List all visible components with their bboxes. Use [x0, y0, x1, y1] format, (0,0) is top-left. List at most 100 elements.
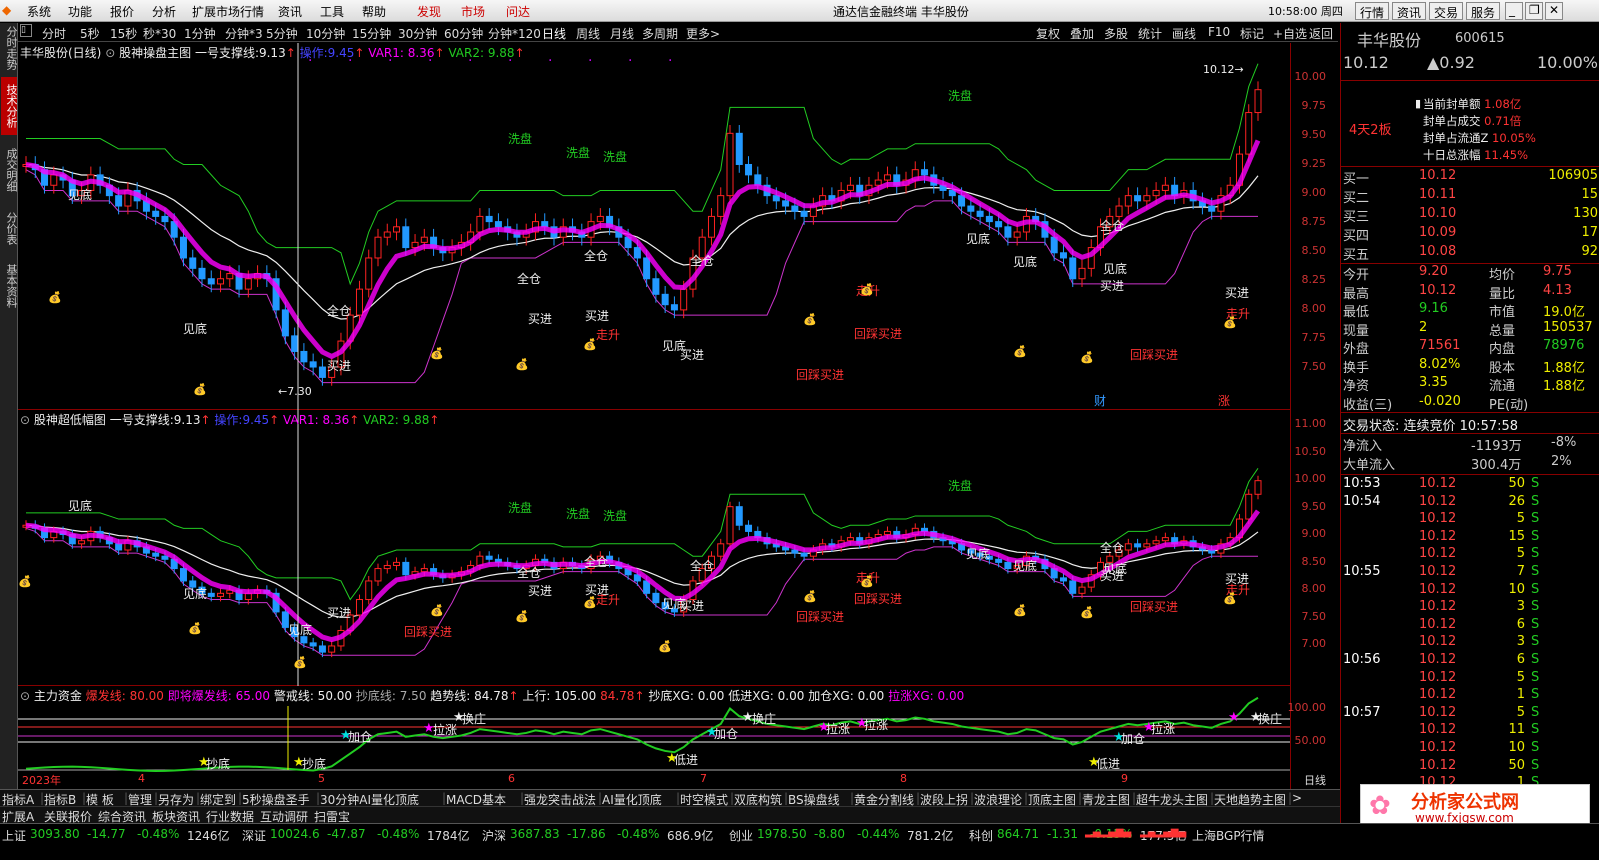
bid-row[interactable]: 买二 10.11 15 — [1341, 187, 1599, 206]
bid-row[interactable]: 买四 10.09 17 — [1341, 225, 1599, 244]
tick-row[interactable]: 10.12 3 S — [1341, 634, 1599, 651]
tick-row[interactable]: 10.12 50 S — [1341, 758, 1599, 775]
tick-row[interactable]: 10.12 11 S — [1341, 722, 1599, 739]
tick-price: 10.12 — [1419, 704, 1457, 720]
tick-row[interactable]: 10.12 15 S — [1341, 529, 1599, 546]
menu-item-market[interactable]: 市场 — [461, 3, 485, 20]
label-huicai: 回踩买进 — [796, 610, 844, 624]
tick-row[interactable]: 10.12 5 S — [1341, 546, 1599, 563]
period-item[interactable]: 分钟*3 — [225, 25, 263, 42]
period-item[interactable]: 5分钟 — [266, 25, 298, 42]
index-name[interactable]: 创业 — [729, 827, 753, 844]
news-button[interactable]: 资讯 — [1392, 2, 1427, 20]
service-button[interactable]: 服务 — [1466, 2, 1501, 20]
menu-item[interactable]: 功能 — [68, 3, 92, 20]
period-item[interactable]: 1分钟 — [184, 25, 216, 42]
quote-button[interactable]: 行情 — [1355, 2, 1390, 20]
period-item[interactable]: 多周期 — [642, 25, 678, 42]
tick-row[interactable]: 10.12 6 S — [1341, 617, 1599, 634]
menu-item[interactable]: 工具 — [320, 3, 344, 20]
tick-row[interactable]: 10.12 10 S — [1341, 582, 1599, 599]
bid-row[interactable]: 买一 10.12 106905 — [1341, 168, 1599, 187]
period-item[interactable]: 5秒 — [80, 25, 100, 42]
layout-icon[interactable]: ▯ — [20, 24, 32, 37]
collapse-icon[interactable]: ⊙ — [20, 413, 30, 427]
menu-item[interactable]: 扩展市场行情 — [192, 3, 264, 20]
tick-time: 10:57 — [1343, 704, 1381, 720]
tick-row[interactable]: 10:55 10.12 7 S — [1341, 564, 1599, 581]
tool-item[interactable]: 标记 — [1240, 25, 1264, 42]
tick-row[interactable]: 10:53 10.12 50 S — [1341, 476, 1599, 493]
bid-row[interactable]: 买三 10.10 130 — [1341, 206, 1599, 225]
period-item[interactable]: 15秒 — [110, 25, 137, 42]
tick-row[interactable]: 10.12 5 S — [1341, 511, 1599, 528]
tab-trades[interactable]: 成交明细 — [1, 141, 18, 199]
period-item[interactable]: 分时 — [42, 25, 66, 42]
tick-side: S — [1531, 722, 1540, 738]
stat-row: 现量 2 总量 150537 — [1341, 320, 1599, 339]
period-item[interactable]: 周线 — [576, 25, 600, 42]
candle-body — [383, 564, 391, 570]
period-item[interactable]: 秒*30 — [143, 25, 176, 42]
trade-button[interactable]: 交易 — [1429, 2, 1464, 20]
restore-icon[interactable]: ❐ — [1525, 2, 1543, 20]
index-name[interactable]: 科创 — [969, 827, 993, 844]
period-item[interactable]: 60分钟 — [444, 25, 483, 42]
tick-row[interactable]: 10:57 10.12 5 S — [1341, 705, 1599, 722]
period-item[interactable]: 10分钟 — [306, 25, 345, 42]
tool-item[interactable]: +自选 — [1273, 25, 1307, 42]
period-item-daily[interactable]: 日线 — [542, 25, 566, 42]
tick-row[interactable]: 10.12 5 S — [1341, 670, 1599, 687]
stat-row: 最低 9.16 市值 19.0亿 — [1341, 301, 1599, 320]
tab-intraday[interactable]: 分时走势 — [1, 25, 18, 71]
period-item[interactable]: 月线 — [610, 25, 634, 42]
tab-price-table[interactable]: 分价表 — [1, 205, 18, 251]
tick-row[interactable]: 10:56 10.12 6 S — [1341, 652, 1599, 669]
menu-item-discover[interactable]: 发现 — [417, 3, 441, 20]
period-item[interactable]: 30分钟 — [398, 25, 437, 42]
tick-price: 10.12 — [1419, 476, 1457, 491]
panel2-title: ⊙ 股神超低幅图 一号支撑线:9.13↑ 操作:9.45↑ VAR1: 8.36… — [20, 413, 440, 427]
main-chart-panel[interactable]: 见底 见底 见底 见底 见底 见底 洗盘 洗盘 洗盘 洗盘 全仓 全仓 全仓 全仓 全仓 买进 买进 买进 买进 买进… — [18, 43, 1290, 410]
period-item[interactable]: 15分钟 — [352, 25, 391, 42]
tick-row[interactable]: 10:54 10.12 26 S — [1341, 494, 1599, 511]
menu-item[interactable]: 分析 — [152, 3, 176, 20]
tick-row[interactable]: 10.12 10 S — [1341, 740, 1599, 757]
stat-value: 2 — [1419, 319, 1428, 335]
tab-technical[interactable]: 技术分析 — [1, 77, 18, 135]
menu-item[interactable]: 报价 — [110, 3, 134, 20]
candle-body — [846, 184, 854, 191]
close-icon[interactable]: ✕ — [1545, 2, 1563, 20]
menu-item-wenda[interactable]: 问达 — [506, 3, 530, 20]
tool-item[interactable]: 统计 — [1138, 25, 1162, 42]
menu-item[interactable]: 系统 — [27, 3, 51, 20]
tick-price: 10.12 — [1419, 546, 1457, 562]
collapse-icon[interactable]: ⊙ — [105, 46, 115, 60]
minimize-icon[interactable]: _ — [1505, 2, 1523, 20]
stat-row: 最高 10.12 量比 4.13 — [1341, 283, 1599, 302]
tick-row[interactable]: 10.12 3 S — [1341, 599, 1599, 616]
index-name[interactable]: 沪深 — [482, 827, 506, 844]
low-amp-svg[interactable]: 见底见底见底见底见底见底 见底洗盘 洗盘 洗盘洗盘全仓全仓 全仓全仓买进买进 买进买进买进… — [18, 410, 1290, 686]
period-item[interactable]: 分钟*120 — [488, 25, 541, 42]
app-logo-icon[interactable]: ◆ — [2, 3, 11, 17]
bid-row[interactable]: 买五 10.08 92 — [1341, 244, 1599, 263]
index-name[interactable]: 深证 — [242, 827, 266, 844]
tab-basic-info[interactable]: 基本资料 — [1, 257, 18, 315]
tick-row[interactable]: 10.12 1 S — [1341, 687, 1599, 704]
collapse-icon[interactable]: ⊙ — [20, 689, 30, 703]
menu-item[interactable]: 资讯 — [278, 3, 302, 20]
tool-item[interactable]: 复权 — [1036, 25, 1060, 42]
tool-item[interactable]: 多股 — [1104, 25, 1128, 42]
capital-panel[interactable]: ★ ★ ★ ★ ★ ★ ★ ★ ★ ★ ★ ★ ★ ★ ★ 抄底 抄底 加仓 换庄 拉涨 低进 加仓 换庄 拉涨 拉涨 低进 加仓拉… — [18, 686, 1290, 789]
formula-tab[interactable]: > — [1292, 791, 1302, 805]
tool-item[interactable]: F10 — [1208, 25, 1230, 39]
low-amp-panel[interactable]: 见底 见底 见底 见底 见底 见底 见底 洗盘 洗盘 洗盘 洗盘 全仓 全仓 全仓 全仓 买进 买进 买进 买进 买进… — [18, 410, 1290, 686]
index-name[interactable]: 上证 — [2, 827, 26, 844]
period-item-more[interactable]: 更多> — [686, 25, 720, 42]
main-chart-svg[interactable]: 见底见底见底见底见底 见底洗盘洗盘 洗盘洗盘全仓全仓全仓 全仓全仓买进买进 买进买进买进… — [18, 43, 1290, 410]
tool-item[interactable]: 返回 — [1309, 25, 1333, 42]
menu-item[interactable]: 帮助 — [362, 3, 386, 20]
tool-item[interactable]: 叠加 — [1070, 25, 1094, 42]
tool-item[interactable]: 画线 — [1172, 25, 1196, 42]
